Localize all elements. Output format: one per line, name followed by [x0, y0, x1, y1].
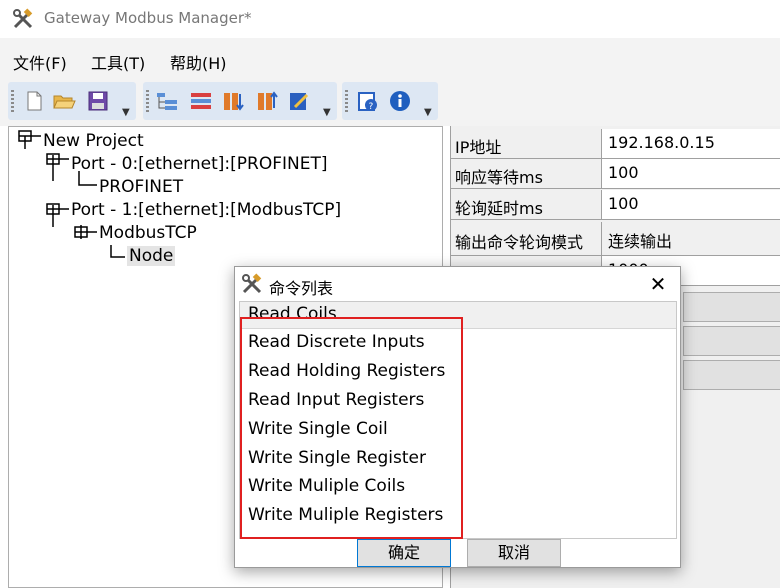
toolbar-group-file: ▼ [8, 82, 136, 120]
toolbar: ▼ ▼ ? ▼ [0, 76, 780, 126]
delete-port-icon[interactable] [189, 90, 213, 112]
toolbar-dropdown-icon[interactable]: ▼ [424, 107, 432, 118]
title-bar: Gateway Modbus Manager* [0, 0, 780, 38]
edit-icon[interactable] [287, 90, 311, 112]
add-port-icon[interactable] [155, 90, 179, 112]
property-value-output-mode[interactable]: 连续输出 [601, 222, 780, 255]
toolbar-group-help: ? ▼ [342, 82, 438, 120]
menu-file[interactable]: 文件(F) [13, 50, 67, 74]
open-folder-icon[interactable] [52, 90, 76, 112]
toolbar-grip[interactable] [345, 90, 348, 114]
property-row: 输出命令轮询模式 连续输出 [451, 222, 780, 256]
highlight-annotation [240, 317, 463, 539]
tree-item-port0[interactable]: Port - 0:[ethernet]:[PROFINET] [71, 154, 327, 174]
toolbar-group-edit: ▼ [143, 82, 337, 120]
toolbar-grip[interactable] [146, 90, 149, 114]
property-row: 响应等待ms 100 [451, 159, 780, 189]
tree-item-node[interactable]: Node [127, 246, 176, 266]
property-button[interactable] [683, 326, 780, 356]
dialog-title: 命令列表 [269, 279, 334, 298]
tools-icon [13, 8, 33, 29]
tree-item-modbustcp[interactable]: ModbusTCP [99, 223, 197, 243]
menu-bar: 文件(F) 工具(T) 帮助(H) [0, 38, 780, 76]
tree-item-project[interactable]: New Project [43, 131, 144, 151]
window-title: Gateway Modbus Manager* [44, 9, 252, 27]
property-name: 响应等待ms [455, 168, 543, 187]
tree-item-profinet[interactable]: PROFINET [99, 177, 183, 197]
help-icon[interactable]: ? [356, 90, 380, 112]
close-icon[interactable]: ✕ [643, 271, 673, 297]
property-name: 轮询延时ms [455, 199, 543, 218]
toolbar-grip[interactable] [11, 90, 14, 114]
svg-text:?: ? [369, 102, 374, 112]
tools-icon [242, 273, 262, 294]
cancel-button[interactable]: 取消 [467, 539, 561, 567]
toolbar-dropdown-icon[interactable]: ▼ [323, 107, 331, 118]
property-button[interactable] [683, 292, 780, 322]
property-value-poll-delay[interactable]: 100 [601, 190, 780, 219]
save-icon[interactable] [86, 90, 110, 112]
property-name: IP地址 [455, 138, 502, 157]
ok-button[interactable]: 确定 [357, 539, 451, 567]
property-button[interactable] [683, 360, 780, 390]
property-row: IP地址 192.168.0.15 [451, 129, 780, 159]
menu-tools[interactable]: 工具(T) [91, 50, 145, 74]
add-node-icon[interactable] [255, 90, 279, 112]
property-name: 输出命令轮询模式 [455, 233, 584, 252]
toolbar-dropdown-icon[interactable]: ▼ [122, 107, 130, 118]
add-command-icon[interactable] [221, 90, 245, 112]
property-value-ip[interactable]: 192.168.0.15 [601, 129, 780, 158]
property-value-response[interactable]: 100 [601, 159, 780, 188]
info-icon[interactable] [388, 90, 412, 112]
property-row: 轮询延时ms 100 [451, 190, 780, 220]
new-file-icon[interactable] [22, 90, 46, 112]
menu-help[interactable]: 帮助(H) [170, 50, 227, 74]
tree-item-port1[interactable]: Port - 1:[ethernet]:[ModbusTCP] [71, 200, 341, 220]
